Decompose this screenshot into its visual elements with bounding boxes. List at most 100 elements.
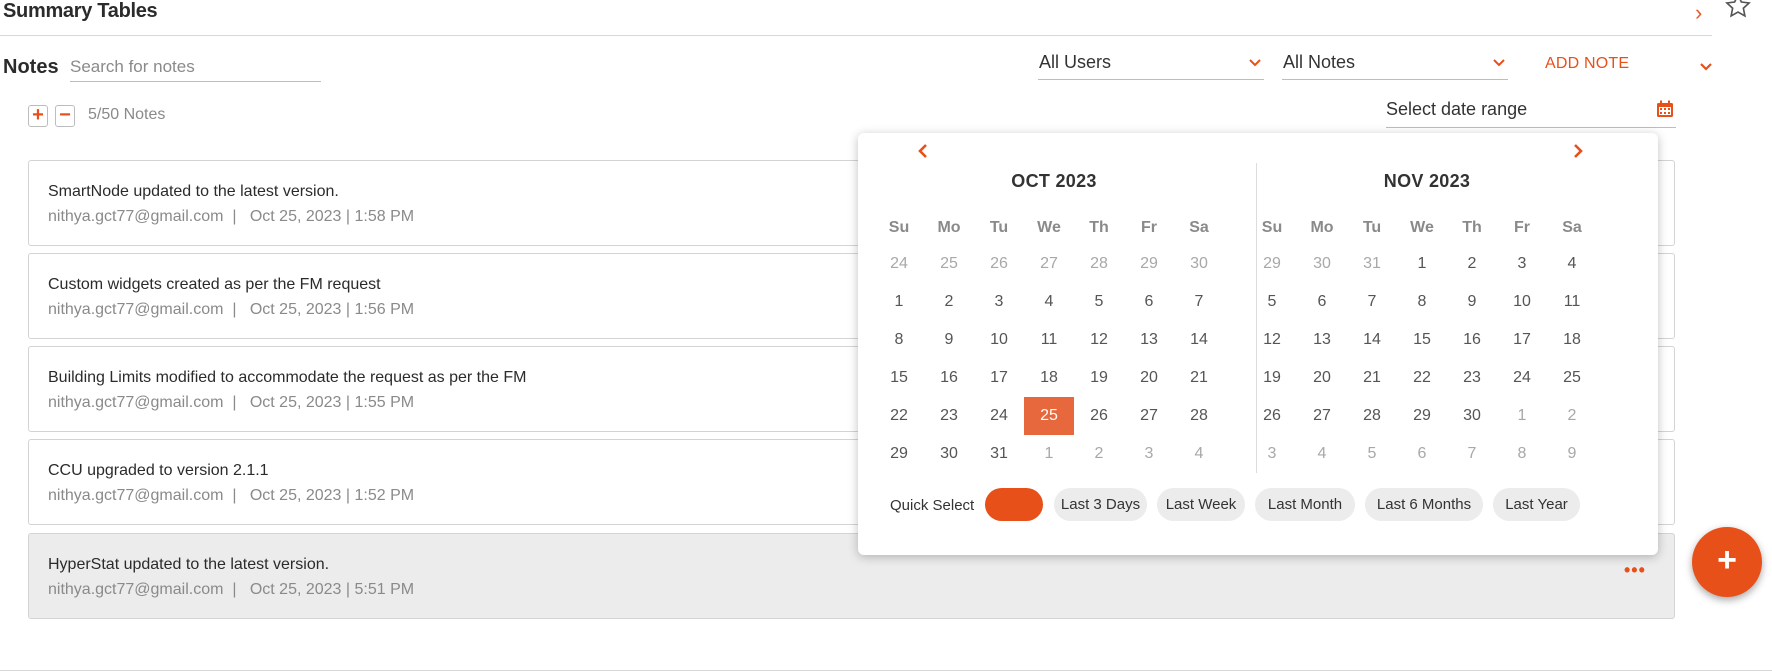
search-input[interactable] <box>70 52 321 82</box>
expand-all-button[interactable]: + <box>28 105 48 127</box>
calendar-day[interactable]: 2 <box>1074 435 1124 473</box>
chevron-left-icon[interactable] <box>916 143 930 159</box>
calendar-day-selected[interactable]: 25 <box>1024 397 1074 435</box>
calendar-day[interactable]: 4 <box>1297 435 1347 473</box>
chevron-right-icon[interactable] <box>1571 143 1585 159</box>
calendar-day[interactable]: 17 <box>974 359 1024 397</box>
calendar-day[interactable]: 22 <box>1397 359 1447 397</box>
calendar-day[interactable]: 1 <box>1024 435 1074 473</box>
add-note-button[interactable]: ADD NOTE <box>1545 55 1629 73</box>
calendar-day[interactable]: 6 <box>1397 435 1447 473</box>
calendar-day[interactable]: 25 <box>924 245 974 283</box>
calendar-day[interactable]: 26 <box>1247 397 1297 435</box>
calendar-day[interactable]: 24 <box>1497 359 1547 397</box>
calendar-day[interactable]: 21 <box>1174 359 1224 397</box>
calendar-day[interactable]: 12 <box>1074 321 1124 359</box>
quick-select-last-6-months[interactable]: Last 6 Months <box>1365 488 1483 521</box>
calendar-day[interactable]: 28 <box>1074 245 1124 283</box>
calendar-day[interactable]: 30 <box>1447 397 1497 435</box>
calendar-day[interactable]: 2 <box>924 283 974 321</box>
calendar-day[interactable]: 20 <box>1297 359 1347 397</box>
calendar-day[interactable]: 30 <box>1174 245 1224 283</box>
calendar-day[interactable]: 16 <box>1447 321 1497 359</box>
calendar-day[interactable]: 28 <box>1174 397 1224 435</box>
notes-filter-select[interactable]: All Notes <box>1282 50 1508 80</box>
calendar-day[interactable]: 10 <box>1497 283 1547 321</box>
calendar-day[interactable]: 27 <box>1124 397 1174 435</box>
calendar-day[interactable]: 31 <box>1347 245 1397 283</box>
users-select[interactable]: All Users <box>1038 50 1264 80</box>
calendar-day[interactable]: 11 <box>1024 321 1074 359</box>
calendar-day[interactable]: 10 <box>974 321 1024 359</box>
calendar-day[interactable]: 26 <box>974 245 1024 283</box>
calendar-day[interactable]: 13 <box>1124 321 1174 359</box>
calendar-day[interactable]: 29 <box>1124 245 1174 283</box>
quick-select-last-3-days[interactable]: Last 3 Days <box>1054 488 1147 521</box>
calendar-day[interactable]: 18 <box>1547 321 1597 359</box>
calendar-day[interactable]: 14 <box>1174 321 1224 359</box>
calendar-day[interactable]: 6 <box>1124 283 1174 321</box>
calendar-day[interactable]: 6 <box>1297 283 1347 321</box>
calendar-day[interactable]: 8 <box>874 321 924 359</box>
calendar-day[interactable]: 18 <box>1024 359 1074 397</box>
calendar-day[interactable]: 1 <box>1497 397 1547 435</box>
calendar-day[interactable]: 31 <box>974 435 1024 473</box>
calendar-day[interactable]: 29 <box>874 435 924 473</box>
calendar-day[interactable]: 20 <box>1124 359 1174 397</box>
calendar-day[interactable]: 30 <box>1297 245 1347 283</box>
calendar-day[interactable]: 11 <box>1547 283 1597 321</box>
date-range-input[interactable]: Select date range <box>1386 96 1676 128</box>
calendar-day[interactable]: 9 <box>1547 435 1597 473</box>
calendar-day[interactable]: 1 <box>874 283 924 321</box>
calendar-day[interactable]: 24 <box>874 245 924 283</box>
calendar-day[interactable]: 2 <box>1547 397 1597 435</box>
chevron-right-icon[interactable]: › <box>1695 0 1702 26</box>
star-icon[interactable] <box>1724 0 1752 20</box>
calendar-day[interactable]: 27 <box>1297 397 1347 435</box>
calendar-day[interactable]: 2 <box>1447 245 1497 283</box>
calendar-day[interactable]: 3 <box>1497 245 1547 283</box>
quick-select-last-week[interactable]: Last Week <box>1157 488 1245 521</box>
calendar-day[interactable]: 29 <box>1397 397 1447 435</box>
calendar-day[interactable]: 5 <box>1347 435 1397 473</box>
calendar-day[interactable]: 15 <box>874 359 924 397</box>
calendar-day[interactable]: 7 <box>1174 283 1224 321</box>
collapse-all-button[interactable]: − <box>55 105 75 127</box>
calendar-day[interactable]: 24 <box>974 397 1024 435</box>
calendar-day[interactable]: 7 <box>1447 435 1497 473</box>
calendar-day[interactable]: 19 <box>1074 359 1124 397</box>
calendar-day[interactable]: 4 <box>1174 435 1224 473</box>
calendar-day[interactable]: 3 <box>974 283 1024 321</box>
calendar-day[interactable]: 9 <box>924 321 974 359</box>
calendar-day[interactable]: 14 <box>1347 321 1397 359</box>
quick-select-last-year[interactable]: Last Year <box>1493 488 1580 521</box>
calendar-day[interactable]: 17 <box>1497 321 1547 359</box>
calendar-day[interactable]: 22 <box>874 397 924 435</box>
calendar-day[interactable]: 9 <box>1447 283 1497 321</box>
calendar-day[interactable]: 29 <box>1247 245 1297 283</box>
calendar-day[interactable]: 13 <box>1297 321 1347 359</box>
calendar-day[interactable]: 25 <box>1547 359 1597 397</box>
calendar-day[interactable]: 3 <box>1124 435 1174 473</box>
calendar-day[interactable]: 1 <box>1397 245 1447 283</box>
chevron-down-icon[interactable] <box>1699 60 1713 74</box>
calendar-day[interactable]: 4 <box>1024 283 1074 321</box>
calendar-icon[interactable] <box>1656 100 1674 118</box>
quick-select-last-month[interactable]: Last Month <box>1255 488 1355 521</box>
calendar-day[interactable]: 15 <box>1397 321 1447 359</box>
calendar-day[interactable]: 23 <box>924 397 974 435</box>
calendar-day[interactable]: 12 <box>1247 321 1297 359</box>
calendar-day[interactable]: 7 <box>1347 283 1397 321</box>
calendar-day[interactable]: 16 <box>924 359 974 397</box>
calendar-day[interactable]: 3 <box>1247 435 1297 473</box>
quick-select-chip-active[interactable] <box>985 488 1043 521</box>
calendar-day[interactable]: 5 <box>1247 283 1297 321</box>
calendar-day[interactable]: 26 <box>1074 397 1124 435</box>
calendar-day[interactable]: 23 <box>1447 359 1497 397</box>
calendar-day[interactable]: 8 <box>1397 283 1447 321</box>
calendar-day[interactable]: 28 <box>1347 397 1397 435</box>
calendar-day[interactable]: 4 <box>1547 245 1597 283</box>
more-options-icon[interactable]: ••• <box>1624 560 1646 581</box>
calendar-day[interactable]: 5 <box>1074 283 1124 321</box>
calendar-day[interactable]: 30 <box>924 435 974 473</box>
